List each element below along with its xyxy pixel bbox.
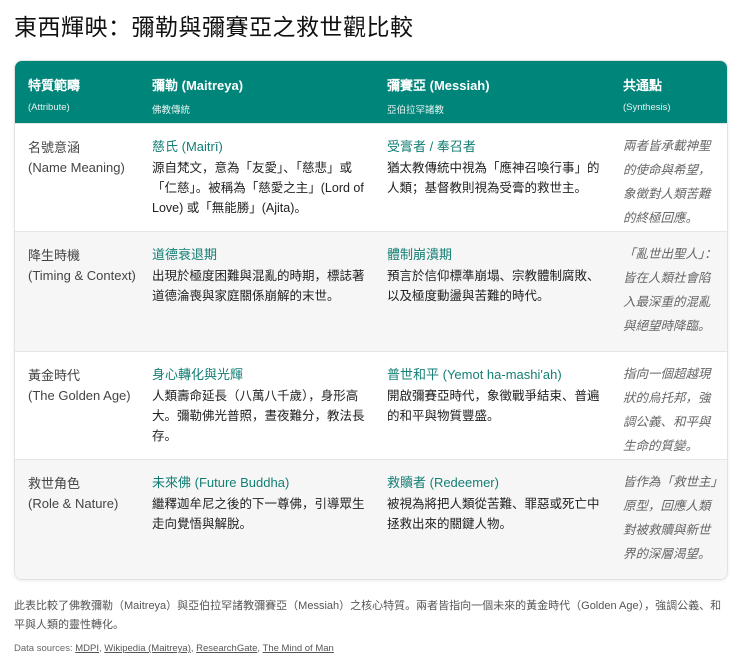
header-messiah: 彌賽亞 (Messiah) 亞伯拉罕諸教 (374, 61, 610, 123)
maitreya-description: 源自梵文，意為「友愛」、「慈悲」或「仁慈」。被稱為「慈愛之主」(Lord of … (152, 161, 364, 215)
maitreya-term: 慈氏 (Maitrī) (152, 139, 223, 154)
attribute-name: 黃金時代 (28, 368, 81, 383)
attribute-english: (Role & Nature) (28, 496, 119, 511)
messiah-cell: 體制崩潰期預言於信仰標準崩塌、宗教體制腐敗、以及極度動盪與苦難的時代。 (374, 232, 610, 351)
table-row: 救世角色 (Role & Nature) 未來佛 (Future Buddha) 繼… (15, 459, 727, 579)
header-sublabel: (Synthesis) (623, 102, 671, 113)
header-label: 彌勒 (Maitreya) (152, 78, 244, 93)
synthesis-cell: 指向一個超越現狀的烏托邦，強調公義、和平與生命的質變。 (610, 352, 727, 459)
table-row: 名號意涵 (Name Meaning) 慈氏 (Maitrī) 源自梵文，意為「友愛… (15, 123, 727, 231)
table-caption: 此表比較了佛教彌勒（Maitreya）與亞伯拉罕諸教彌賽亞（Messiah）之核… (14, 600, 722, 631)
messiah-term: 普世和平 (Yemot ha-mashi'ah) (387, 367, 562, 382)
maitreya-description: 出現於極度困難與混亂的時期，標誌著道德淪喪與家庭關係崩解的末世。 (152, 269, 365, 303)
synthesis-text: 皆作為「救世主」原型，回應人類對被救贖與新世界的深層渴望。 (623, 475, 717, 561)
attribute-cell: 降生時機 (Timing & Context) (15, 232, 139, 351)
maitreya-description: 人類壽命延長（八萬八千歲），身形高大。彌勒佛光普照，晝夜難分，教法長存。 (152, 389, 365, 443)
header-sublabel: (Attribute) (28, 102, 70, 113)
source-link[interactable]: Wikipedia (Maitreya) (104, 643, 191, 654)
messiah-description: 預言於信仰標準崩塌、宗教體制腐敗、以及極度動盪與苦難的時代。 (387, 269, 600, 303)
sources-label: Data sources: (14, 643, 73, 654)
messiah-description: 被視為將把人類從苦難、罪惡或死亡中拯救出來的關鍵人物。 (387, 497, 600, 531)
maitreya-cell: 慈氏 (Maitrī) 源自梵文，意為「友愛」、「慈悲」或「仁慈」。被稱為「慈愛之… (139, 124, 374, 231)
attribute-english: (The Golden Age) (28, 388, 131, 403)
header-label: 特質範疇 (28, 78, 81, 93)
table-row: 黃金時代 (The Golden Age) 身心轉化與光輝人類壽命延長（八萬八千歲… (15, 351, 727, 459)
header-sublabel: 亞伯拉罕諸教 (387, 105, 445, 116)
messiah-description: 猶太教傳統中視為「應神召喚行事」的人類；基督教則視為受膏的救世主。 (387, 161, 600, 195)
attribute-name: 降生時機 (28, 248, 81, 263)
header-sublabel: 佛教傳統 (152, 105, 191, 116)
source-link[interactable]: MDPI (75, 643, 99, 654)
attribute-cell: 名號意涵 (Name Meaning) (15, 124, 139, 231)
synthesis-text: 「亂世出聖人」：皆在人類社會陷入最深重的混亂與絕望時降臨。 (623, 247, 717, 333)
header-maitreya: 彌勒 (Maitreya) 佛教傳統 (139, 61, 374, 123)
maitreya-term: 身心轉化與光輝 (152, 367, 244, 382)
maitreya-cell: 身心轉化與光輝人類壽命延長（八萬八千歲），身形高大。彌勒佛光普照，晝夜難分，教法… (139, 352, 374, 459)
synthesis-cell: 皆作為「救世主」原型，回應人類對被救贖與新世界的深層渴望。 (610, 460, 727, 579)
attribute-name: 名號意涵 (28, 140, 81, 155)
synthesis-text: 兩者皆承載神聖的使命與希望，象徵對人類苦難的終極回應。 (623, 139, 711, 225)
header-attribute: 特質範疇 (Attribute) (15, 61, 139, 123)
maitreya-description: 繼釋迦牟尼之後的下一尊佛，引導眾生走向覺悟與解脫。 (152, 497, 365, 531)
maitreya-cell: 道德衰退期出現於極度困難與混亂的時期，標誌著道德淪喪與家庭關係崩解的末世。 (139, 232, 374, 351)
maitreya-term: 道德衰退期 (152, 247, 218, 262)
comparison-table: 特質範疇 (Attribute) 彌勒 (Maitreya) 佛教傳統 彌賽亞 (M… (14, 60, 728, 580)
source-link[interactable]: ResearchGate (196, 643, 257, 654)
messiah-cell: 普世和平 (Yemot ha-mashi'ah) 開啟彌賽亞時代，象徵戰爭結束、普… (374, 352, 610, 459)
table-row: 降生時機 (Timing & Context) 道德衰退期出現於極度困難與混亂的時… (15, 231, 727, 351)
maitreya-cell: 未來佛 (Future Buddha) 繼釋迦牟尼之後的下一尊佛，引導眾生走向覺悟… (139, 460, 374, 579)
messiah-term: 體制崩潰期 (387, 247, 453, 262)
messiah-cell: 救贖者 (Redeemer) 被視為將把人類從苦難、罪惡或死亡中拯救出來的關鍵人物… (374, 460, 610, 579)
maitreya-term: 未來佛 (Future Buddha) (152, 475, 290, 490)
page-title: 東西輝映：彌勒與彌賽亞之救世觀比較 (14, 14, 414, 40)
attribute-name: 救世角色 (28, 476, 81, 491)
messiah-term: 救贖者 (Redeemer) (387, 475, 499, 490)
attribute-english: (Name Meaning) (28, 160, 125, 175)
attribute-cell: 黃金時代 (The Golden Age) (15, 352, 139, 459)
messiah-term: 受膏者 / 奉召者 (387, 139, 476, 154)
messiah-description: 開啟彌賽亞時代，象徵戰爭結束、普遍的和平與物質豐盛。 (387, 389, 600, 423)
attribute-cell: 救世角色 (Role & Nature) (15, 460, 139, 579)
synthesis-cell: 「亂世出聖人」：皆在人類社會陷入最深重的混亂與絕望時降臨。 (610, 232, 727, 351)
attribute-english: (Timing & Context) (28, 268, 136, 283)
synthesis-text: 指向一個超越現狀的烏托邦，強調公義、和平與生命的質變。 (623, 367, 711, 453)
header-synthesis: 共通點 (Synthesis) (610, 61, 727, 123)
data-sources: Data sources: MDPI, Wikipedia (Maitreya)… (14, 643, 334, 654)
header-label: 彌賽亞 (Messiah) (387, 78, 490, 93)
header-label: 共通點 (623, 78, 663, 93)
messiah-cell: 受膏者 / 奉召者猶太教傳統中視為「應神召喚行事」的人類；基督教則視為受膏的救世… (374, 124, 610, 231)
table-header: 特質範疇 (Attribute) 彌勒 (Maitreya) 佛教傳統 彌賽亞 (M… (15, 61, 727, 123)
synthesis-cell: 兩者皆承載神聖的使命與希望，象徵對人類苦難的終極回應。 (610, 124, 727, 231)
source-link[interactable]: The Mind of Man (263, 643, 334, 654)
